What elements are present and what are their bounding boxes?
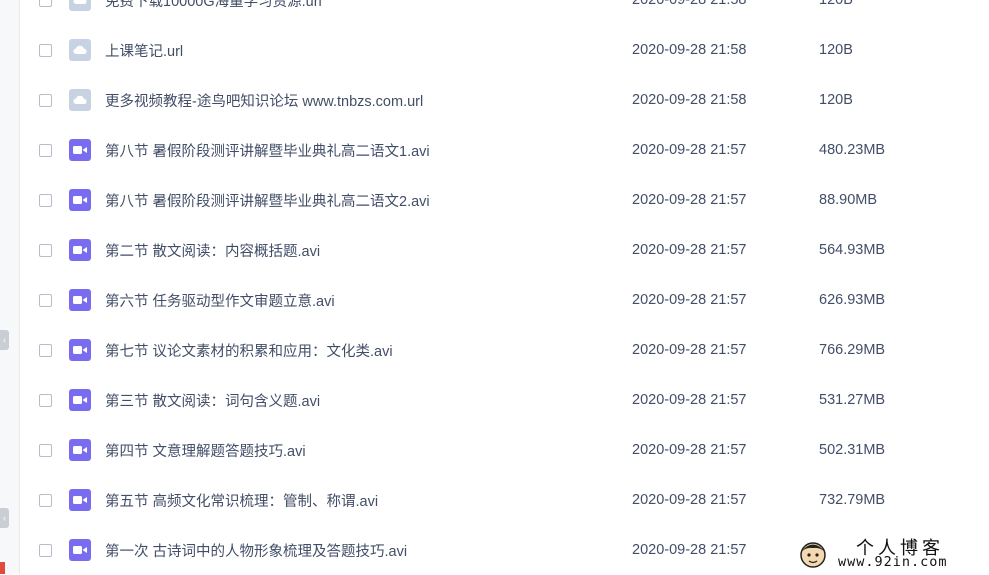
file-row[interactable]: 第七节 议论文素材的积累和应用：文化类.avi 2020-09-28 21:57 7… <box>19 325 989 375</box>
file-modified-date: 2020-09-28 21:57 <box>632 342 747 358</box>
file-name[interactable]: 第七节 议论文素材的积累和应用：文化类.avi <box>105 340 393 361</box>
file-modified-date: 2020-09-28 21:58 <box>632 42 747 58</box>
video-camera-icon <box>69 189 91 211</box>
file-modified-date: 2020-09-28 21:58 <box>632 0 747 8</box>
file-size: 480.23MB <box>819 142 886 158</box>
file-size: 502.31MB <box>819 442 886 458</box>
file-size: 766.29MB <box>819 342 886 358</box>
file-size: 120B <box>819 42 853 58</box>
file-modified-date: 2020-09-28 21:57 <box>632 242 747 258</box>
file-row[interactable]: 上课笔记.url 2020-09-28 21:58 120B <box>19 25 989 75</box>
watermark: 个人博客 www.92in.com <box>794 533 989 574</box>
file-row[interactable]: 第六节 任务驱动型作文审题立意.avi 2020-09-28 21:57 626.9… <box>19 275 989 325</box>
watermark-url: www.92in.com <box>838 554 948 570</box>
file-modified-date: 2020-09-28 21:57 <box>632 142 747 158</box>
file-modified-date: 2020-09-28 21:57 <box>632 292 747 308</box>
video-camera-icon <box>69 539 91 561</box>
cloud-link-icon <box>69 0 91 11</box>
file-name[interactable]: 第三节 散文阅读：词句含义题.avi <box>105 390 320 411</box>
cloud-link-icon <box>69 39 91 61</box>
file-modified-date: 2020-09-28 21:58 <box>632 92 747 108</box>
file-size: 564.93MB <box>819 242 886 258</box>
file-row[interactable]: 第四节 文意理解题答题技巧.avi 2020-09-28 21:57 502.31M… <box>19 425 989 475</box>
file-name[interactable]: 第一次 古诗词中的人物形象梳理及答题技巧.avi <box>105 540 407 561</box>
file-name[interactable]: 第二节 散文阅读：内容概括题.avi <box>105 240 320 261</box>
file-size: 88.90MB <box>819 192 878 208</box>
file-row[interactable]: 第二节 散文阅读：内容概括题.avi 2020-09-28 21:57 564.93… <box>19 225 989 275</box>
video-camera-icon <box>69 139 91 161</box>
row-checkbox[interactable] <box>39 293 52 307</box>
file-size: 732.79MB <box>819 492 886 508</box>
file-row[interactable]: 免费下载10000G海量学习资源.url 2020-09-28 21:58 120B <box>19 0 989 25</box>
file-size: 626.93MB <box>819 292 886 308</box>
row-checkbox[interactable] <box>39 93 52 107</box>
file-name[interactable]: 更多视频教程-途鸟吧知识论坛 www.tnbzs.com.url <box>105 90 423 111</box>
row-checkbox[interactable] <box>39 0 52 7</box>
row-checkbox[interactable] <box>39 143 52 157</box>
row-checkbox[interactable] <box>39 393 52 407</box>
file-size: 531.27MB <box>819 392 886 408</box>
red-marker <box>0 562 5 574</box>
file-modified-date: 2020-09-28 21:57 <box>632 392 747 408</box>
file-row[interactable]: 第五节 高频文化常识梳理：管制、称谓.avi 2020-09-28 21:57 73… <box>19 475 989 525</box>
file-row[interactable]: 第八节 暑假阶段测评讲解暨毕业典礼高二语文1.avi 2020-09-28 21:… <box>19 125 989 175</box>
video-camera-icon <box>69 239 91 261</box>
row-checkbox[interactable] <box>39 443 52 457</box>
file-name[interactable]: 免费下载10000G海量学习资源.url <box>105 0 322 11</box>
row-checkbox[interactable] <box>39 343 52 357</box>
file-name[interactable]: 第六节 任务驱动型作文审题立意.avi <box>105 290 335 311</box>
file-name[interactable]: 第四节 文意理解题答题技巧.avi <box>105 440 306 461</box>
file-modified-date: 2020-09-28 21:57 <box>632 442 747 458</box>
cloud-link-icon <box>69 89 91 111</box>
left-panel-strip: ‹ ‹ <box>0 0 20 574</box>
file-list: 免费下载10000G海量学习资源.url 2020-09-28 21:58 120B… <box>19 0 989 574</box>
file-size: 120B <box>819 92 853 108</box>
file-name[interactable]: 第八节 暑假阶段测评讲解暨毕业典礼高二语文1.avi <box>105 140 430 161</box>
video-camera-icon <box>69 289 91 311</box>
collapse-panel-button[interactable]: ‹ <box>0 330 9 350</box>
file-name[interactable]: 第八节 暑假阶段测评讲解暨毕业典礼高二语文2.avi <box>105 190 430 211</box>
file-size: 120B <box>819 0 853 8</box>
file-modified-date: 2020-09-28 21:57 <box>632 192 747 208</box>
file-modified-date: 2020-09-28 21:57 <box>632 542 747 558</box>
video-camera-icon <box>69 439 91 461</box>
file-row[interactable]: 更多视频教程-途鸟吧知识论坛 www.tnbzs.com.url 2020-09-… <box>19 75 989 125</box>
row-checkbox[interactable] <box>39 543 52 557</box>
file-row[interactable]: 第三节 散文阅读：词句含义题.avi 2020-09-28 21:57 531.27… <box>19 375 989 425</box>
row-checkbox[interactable] <box>39 243 52 257</box>
video-camera-icon <box>69 389 91 411</box>
video-camera-icon <box>69 339 91 361</box>
collapse-panel-button-lower[interactable]: ‹ <box>0 508 9 528</box>
row-checkbox[interactable] <box>39 493 52 507</box>
file-name[interactable]: 第五节 高频文化常识梳理：管制、称谓.avi <box>105 490 378 511</box>
video-camera-icon <box>69 489 91 511</box>
row-checkbox[interactable] <box>39 193 52 207</box>
cartoon-face-icon <box>800 542 826 568</box>
file-name[interactable]: 上课笔记.url <box>105 40 183 61</box>
file-modified-date: 2020-09-28 21:57 <box>632 492 747 508</box>
row-checkbox[interactable] <box>39 43 52 57</box>
file-row[interactable]: 第八节 暑假阶段测评讲解暨毕业典礼高二语文2.avi 2020-09-28 21:… <box>19 175 989 225</box>
